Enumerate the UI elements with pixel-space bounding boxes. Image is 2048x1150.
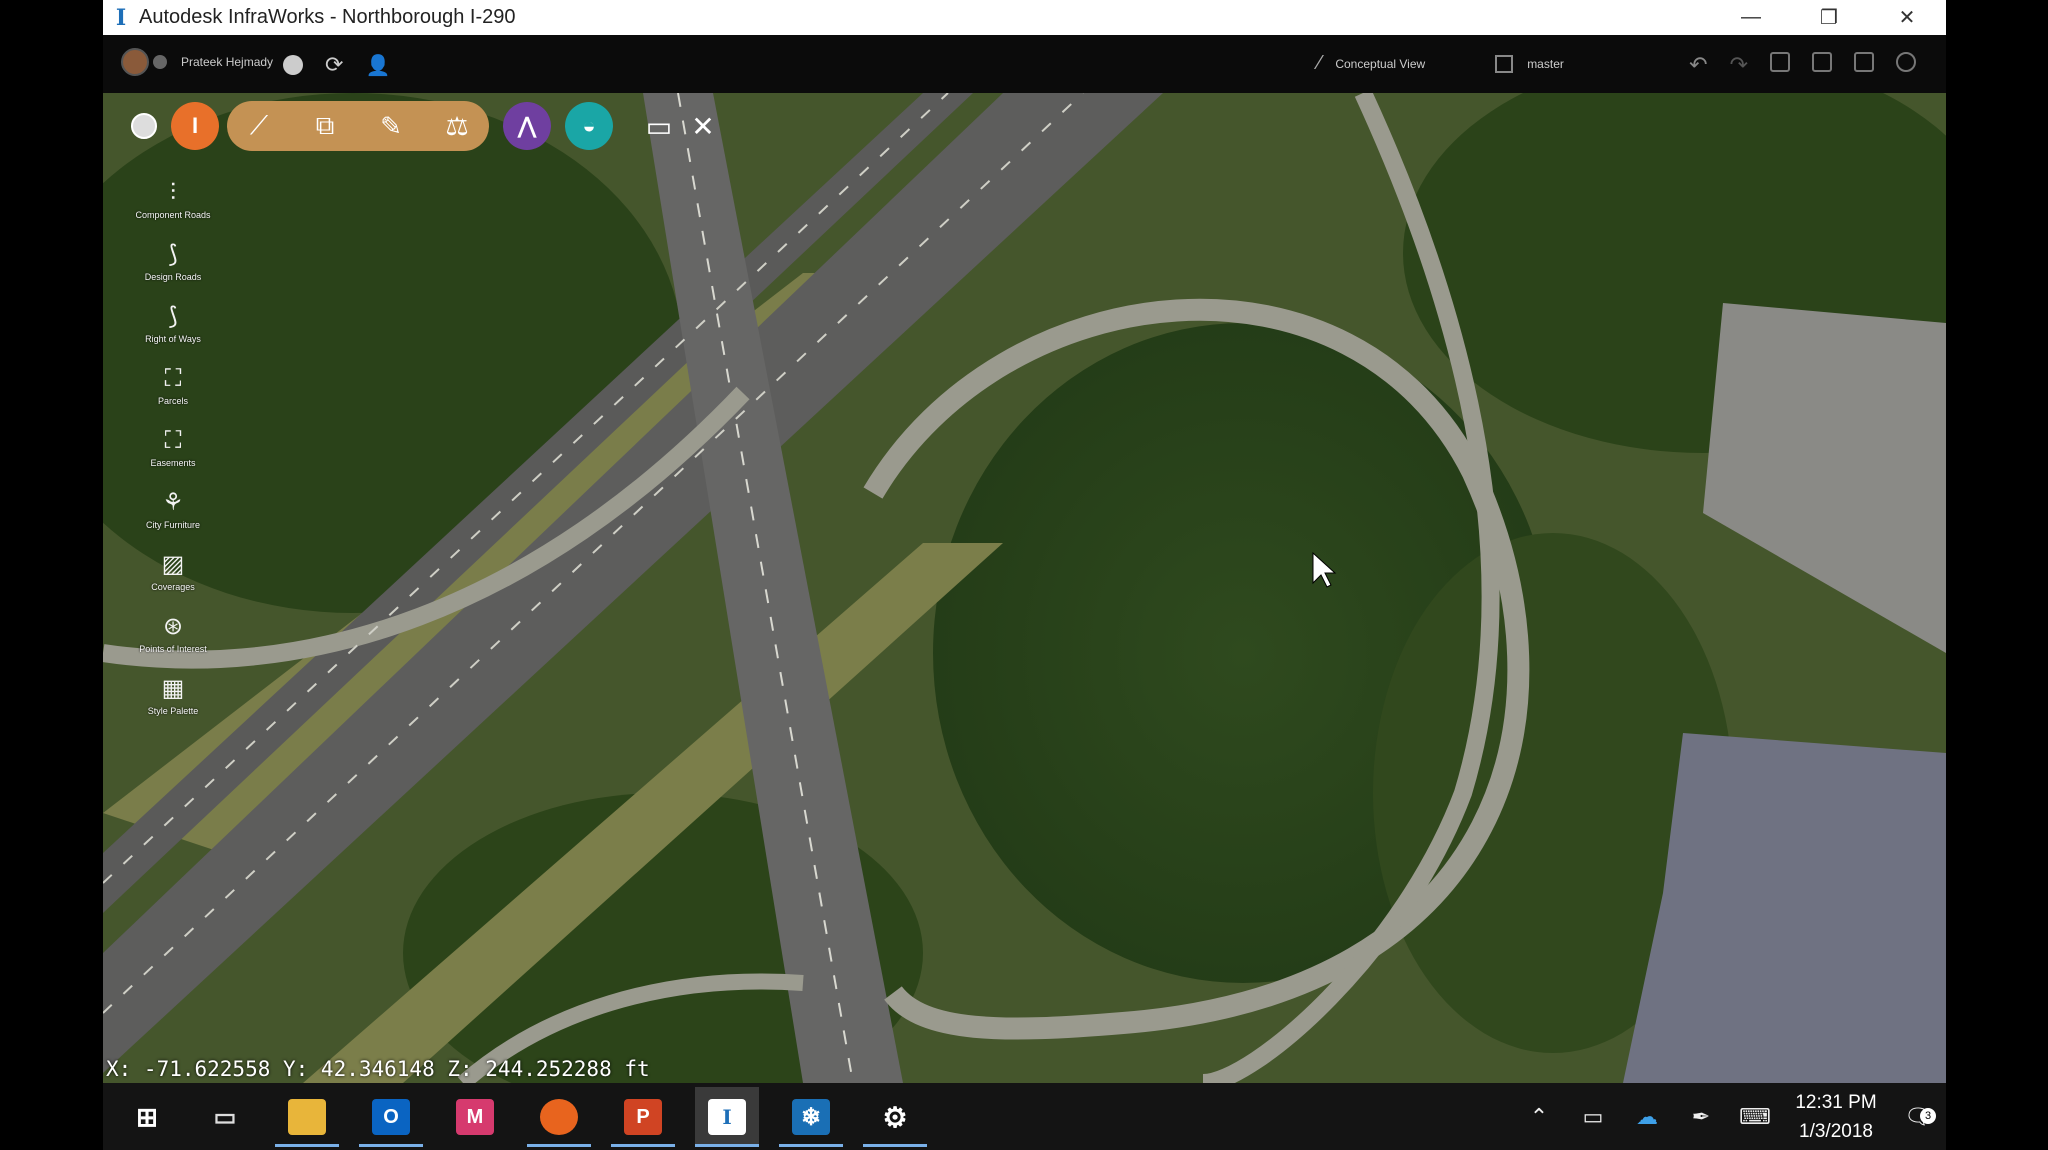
home-icon[interactable] — [131, 113, 157, 139]
coverages-icon: ▨ — [161, 551, 185, 578]
chevron-up-icon[interactable]: ⌃ — [1512, 1104, 1566, 1130]
main-toolbar: I ⟋ ⧉ ✎ ⚖ ⋀ ◒ ▭ ✕ — [131, 101, 723, 151]
collaborators-icon[interactable]: 👤 — [365, 53, 390, 78]
easements-button[interactable]: ⛶ Easements — [118, 426, 228, 488]
points-of-interest-button[interactable]: ⊛ Points of Interest — [118, 612, 228, 674]
powerpoint-button[interactable]: P — [611, 1087, 675, 1147]
start-icon: ⊞ — [136, 1101, 158, 1132]
window-titlebar: I Autodesk InfraWorks - Northborough I-2… — [103, 0, 1946, 35]
easements-icon: ⛶ — [164, 427, 182, 454]
snowflake-app-icon: ❄ — [792, 1099, 830, 1135]
outlook-button[interactable]: O — [359, 1087, 423, 1147]
component-roads-icon: ⫶ — [170, 179, 176, 206]
infraworks-icon: I — [708, 1099, 746, 1135]
model-explorer-icon[interactable] — [1770, 52, 1790, 72]
city-furniture-icon: ⚘ — [162, 489, 184, 516]
bridges-icon[interactable]: ⋀ — [503, 102, 551, 150]
close-button[interactable]: ✕ — [1868, 0, 1946, 35]
infrastructure-icon[interactable]: I — [171, 102, 219, 150]
pen-icon[interactable]: ✒ — [1674, 1104, 1728, 1130]
onedrive-icon[interactable]: ☁ — [1620, 1104, 1674, 1130]
infraworks-icon: I — [115, 4, 127, 31]
system-tray: ⌃ ▭ ☁ ✒ ⌨ 12:31 PM 1/3/2018 🗨 3 — [1512, 1083, 1946, 1150]
app-m-icon: M — [456, 1099, 494, 1135]
user-name: Prateek Hejmady — [181, 55, 274, 69]
map-viewport[interactable] — [103, 93, 1946, 1083]
user-menu[interactable]: Prateek Hejmady — [121, 48, 273, 76]
file-explorer-button[interactable] — [275, 1087, 339, 1147]
restore-button[interactable]: ❐ — [1790, 0, 1868, 35]
points-of-interest-icon: ⊛ — [162, 613, 184, 640]
infraworks-taskbar-button[interactable]: I — [695, 1087, 759, 1147]
battery-icon[interactable]: ▭ — [1566, 1104, 1620, 1130]
redo-icon[interactable]: ↷ — [1730, 52, 1748, 78]
panel-toggle-icon[interactable] — [1812, 52, 1832, 72]
clock-time: 12:31 PM — [1795, 1091, 1877, 1113]
start-button[interactable]: ⊞ — [115, 1087, 179, 1147]
firefox-button[interactable] — [527, 1087, 591, 1147]
task-view-icon: ▭ — [213, 1103, 237, 1131]
settings-tools-icon[interactable]: ✕ — [683, 110, 723, 143]
screen: I Autodesk InfraWorks - Northborough I-2… — [0, 0, 2048, 1150]
edit-icon[interactable]: ✎ — [373, 108, 409, 144]
keyboard-icon[interactable]: ⌨ — [1728, 1104, 1782, 1130]
branch-icon[interactable] — [1495, 54, 1514, 73]
snowflake-app-button[interactable]: ❄ — [779, 1087, 843, 1147]
minimize-button[interactable]: — — [1712, 0, 1790, 35]
user-status-icon — [153, 55, 167, 69]
component-roads-button[interactable]: ⫶ Component Roads — [118, 178, 228, 240]
notification-count-badge: 3 — [1920, 1107, 1936, 1124]
settings-button[interactable]: ⚙ — [863, 1087, 927, 1147]
aerial-imagery — [103, 93, 1946, 1083]
style-palette-button[interactable]: ▦ Style Palette — [118, 674, 228, 736]
windows-taskbar: ⊞ ▭ O M P I ❄ ⚙ ⌃ ▭ ☁ ✒ ⌨ 12:31 PM 1/3/2… — [103, 1083, 1946, 1150]
roads-icon[interactable]: ⟋ — [241, 108, 277, 144]
feature-panel: ⫶ Component Roads ⟆ Design Roads ⟆ Right… — [118, 178, 228, 736]
city-furniture-button[interactable]: ⚘ City Furniture — [118, 488, 228, 550]
firefox-icon — [540, 1099, 578, 1135]
clock[interactable]: 12:31 PM 1/3/2018 — [1782, 1088, 1890, 1146]
fullscreen-icon[interactable] — [1854, 52, 1874, 72]
settings-icon: ⚙ — [882, 1101, 908, 1133]
clock-date: 1/3/2018 — [1799, 1120, 1873, 1142]
help-icon[interactable] — [1896, 52, 1916, 72]
undo-icon[interactable]: ↶ — [1689, 52, 1707, 78]
file-explorer-icon — [288, 1099, 326, 1135]
powerpoint-icon: P — [624, 1099, 662, 1135]
parcels-button[interactable]: ⛶ Parcels — [118, 364, 228, 426]
avatar[interactable] — [121, 48, 149, 76]
task-view-button[interactable]: ▭ — [193, 1087, 257, 1147]
create-icon[interactable]: ⧉ — [307, 108, 343, 144]
right-of-ways-icon: ⟆ — [168, 303, 178, 330]
coordinate-readout: X: -71.622558 Y: 42.346148 Z: 244.252288… — [106, 1057, 650, 1081]
action-center-button[interactable]: 🗨 3 — [1890, 1104, 1946, 1130]
branch-label[interactable]: master — [1527, 57, 1564, 71]
style-brush-icon[interactable]: ⁄ — [1318, 52, 1321, 75]
right-of-ways-button[interactable]: ⟆ Right of Ways — [118, 302, 228, 364]
sync-icon[interactable]: ⟳ — [325, 52, 343, 78]
style-palette-icon: ▦ — [161, 675, 185, 702]
design-roads-button[interactable]: ⟆ Design Roads — [118, 240, 228, 302]
app-m-button[interactable]: M — [443, 1087, 507, 1147]
analyze-icon[interactable]: ⚖ — [439, 108, 475, 144]
presentation-icon[interactable]: ▭ — [639, 110, 679, 143]
roads-tool-pill: ⟋ ⧉ ✎ ⚖ — [227, 101, 489, 151]
coverages-button[interactable]: ▨ Coverages — [118, 550, 228, 612]
design-roads-icon: ⟆ — [168, 241, 178, 268]
chat-icon[interactable] — [283, 55, 303, 75]
drainage-icon[interactable]: ◒ — [565, 102, 613, 150]
window-title: Autodesk InfraWorks - Northborough I-290 — [139, 6, 516, 28]
parcels-icon: ⛶ — [164, 365, 182, 392]
outlook-icon: O — [372, 1099, 410, 1135]
view-style-label[interactable]: Conceptual View — [1335, 57, 1425, 71]
app-header: Prateek Hejmady ⟳ 👤 ⁄ Conceptual View ma… — [103, 35, 1946, 93]
